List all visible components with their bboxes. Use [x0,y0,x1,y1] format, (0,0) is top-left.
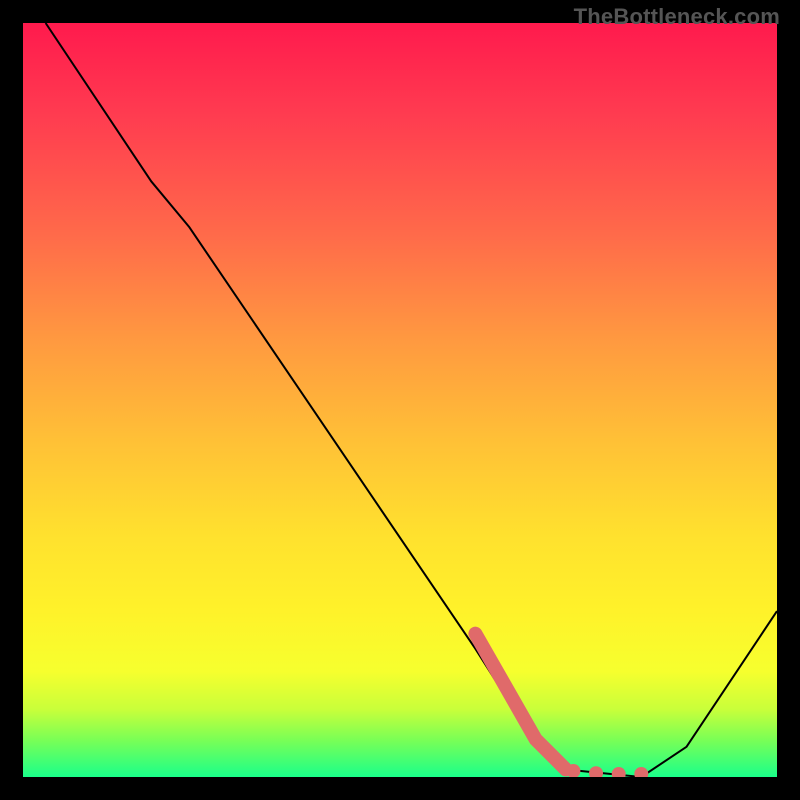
highlight-dot [634,767,648,777]
chart-area [23,23,777,777]
highlight-layer [23,23,777,777]
highlight-dot [612,767,626,777]
watermark-text: TheBottleneck.com [574,4,780,30]
highlight-dot [589,766,603,777]
